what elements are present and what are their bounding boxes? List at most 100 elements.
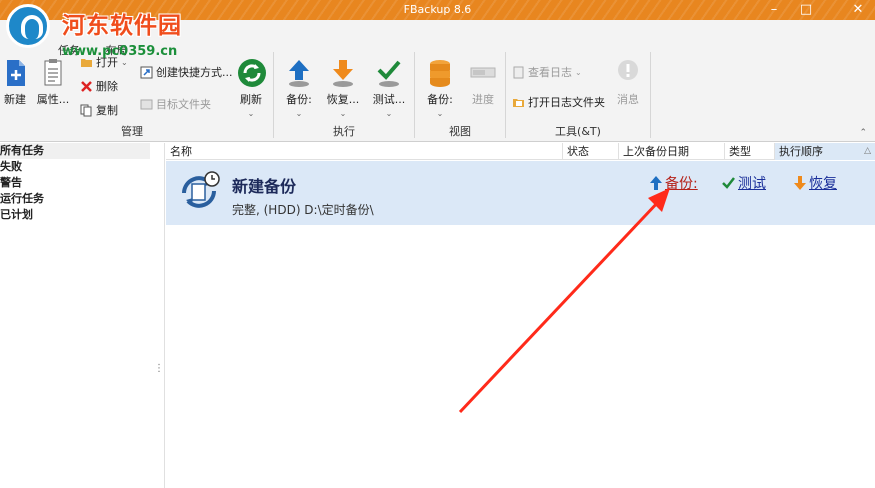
task-row[interactable]: 新建备份 完整, (HDD) D:\定时备份\ 备份: 测试 恢复 [166,161,875,225]
backup-arrow-up-icon [285,58,313,87]
sort-indicator-icon: △ [864,146,871,156]
group-tools-label: 工具(&T) [555,125,601,138]
column-status[interactable]: 状态 [562,143,618,160]
task-list-header: 名称 状态 上次备份日期 类型 执行顺序 △ [166,143,875,160]
splitter-grip-icon[interactable]: ⋮ [154,364,164,374]
group-execute: 备份: ⌄ 恢复... ⌄ 测试... ⌄ 执行 [276,50,412,142]
group-separator [650,52,651,138]
column-name[interactable]: 名称 [166,143,562,160]
watermark-site-name: 河东软件园 [62,13,182,39]
open-log-folder-button[interactable]: 打开日志文件夹 [512,94,605,110]
column-type-label: 类型 [729,145,751,158]
create-shortcut-button[interactable]: 创建快捷方式... [140,64,233,80]
refresh-button[interactable]: 刷新 ⌄ [236,58,266,118]
group-view: 备份: ⌄ 进度 视图 [416,50,504,142]
log-folder-icon [512,96,525,109]
open-log-folder-label: 打开日志文件夹 [528,96,605,109]
view-log-button[interactable]: 查看日志 ⌄ [512,64,582,80]
restore-button[interactable]: 恢复... ⌄ [324,58,362,118]
view-backup-button[interactable]: 备份: ⌄ [422,58,458,118]
progress-label: 进度 [472,93,494,106]
group-manage-label: 管理 [121,125,143,138]
backup-button[interactable]: 备份: ⌄ [280,58,318,118]
backup-task-icon [178,171,220,213]
filter-scheduled[interactable]: 已计划 [0,207,150,223]
group-view-label: 视图 [449,125,471,138]
messages-button[interactable]: 消息 [614,58,642,107]
new-label: 新建 [4,93,26,106]
column-last-backup-label: 上次备份日期 [623,145,689,158]
view-backup-label: 备份: [427,93,453,106]
refresh-icon [237,58,266,87]
group-separator [273,52,274,138]
collapse-ribbon-icon[interactable]: ⌃ [859,128,867,138]
database-stack-icon [426,58,454,87]
column-type[interactable]: 类型 [724,143,774,160]
restore-arrow-down-icon [329,58,357,87]
task-filter-panel: 所有任务 失败 警告 运行任务 已计划 [0,143,150,488]
backup-dropdown-icon: ⌄ [295,109,303,118]
copy-label: 复制 [96,104,118,117]
target-folder-label: 目标文件夹 [156,98,211,111]
create-shortcut-label: 创建快捷方式... [156,66,233,79]
view-backup-dropdown-icon: ⌄ [436,109,444,118]
task-test-label: 测试 [738,176,766,192]
copy-icon [80,104,93,117]
group-separator [505,52,506,138]
maximize-button[interactable]: □ [792,0,820,20]
task-name: 新建备份 [232,177,297,196]
close-button[interactable]: ✕ [844,0,872,20]
test-label: 测试... [372,93,406,106]
restore-label: 恢复... [326,93,360,106]
task-backup-label: 备份: [665,176,698,192]
target-folder-button[interactable]: 目标文件夹 [140,96,211,112]
new-button[interactable]: 新建 [2,58,28,107]
target-folder-icon [140,98,153,111]
watermark-url: www.pc0359.cn [62,44,178,59]
column-order[interactable]: 执行顺序 △ [774,143,875,160]
filter-running[interactable]: 运行任务 [0,191,150,207]
backup-label: 备份: [286,93,312,106]
test-button[interactable]: 测试... ⌄ [370,58,408,118]
task-restore-link[interactable]: 恢复 [794,173,837,193]
test-checkmark-icon [722,177,735,189]
copy-button[interactable]: 复制 [80,102,118,118]
task-test-link[interactable]: 测试 [722,173,766,193]
delete-button[interactable]: 删除 [80,78,118,94]
task-description: 完整, (HDD) D:\定时备份\ [232,203,374,217]
group-tools: 查看日志 ⌄ 打开日志文件夹 消息 工具(&T) [508,50,648,142]
task-backup-link[interactable]: 备份: [650,173,698,193]
group-execute-label: 执行 [333,125,355,138]
filter-failed[interactable]: 失败 [0,159,150,175]
progress-button[interactable]: 进度 [466,58,500,107]
test-check-icon [375,58,403,87]
progress-bar-icon [469,58,497,86]
shortcut-icon [140,66,153,79]
group-separator [414,52,415,138]
filter-warnings[interactable]: 警告 [0,175,150,191]
properties-button[interactable]: 属性... [36,58,70,107]
refresh-label: 刷新 [240,93,262,106]
warning-icon [614,58,642,86]
column-order-label: 执行顺序 [779,145,823,158]
task-restore-label: 恢复 [809,176,837,192]
refresh-dropdown-icon: ⌄ [247,109,255,118]
column-status-label: 状态 [567,145,589,158]
view-log-dropdown-icon: ⌄ [575,67,582,77]
view-log-label: 查看日志 [528,66,572,79]
test-dropdown-icon: ⌄ [385,109,393,118]
watermark-logo-icon [6,4,50,48]
column-last-backup[interactable]: 上次备份日期 [618,143,724,160]
delete-label: 删除 [96,80,118,93]
restore-dropdown-icon: ⌄ [339,109,347,118]
restore-down-arrow-icon [794,176,806,190]
backup-up-arrow-icon [650,176,662,190]
panel-splitter[interactable] [150,143,165,488]
minimize-button[interactable]: – [760,0,788,20]
watermark: 河东软件园 www.pc0359.cn [0,0,215,64]
properties-label: 属性... [36,93,70,106]
delete-icon [80,80,93,93]
messages-label: 消息 [617,93,639,106]
column-name-label: 名称 [170,145,192,158]
filter-all-tasks[interactable]: 所有任务 [0,143,150,159]
